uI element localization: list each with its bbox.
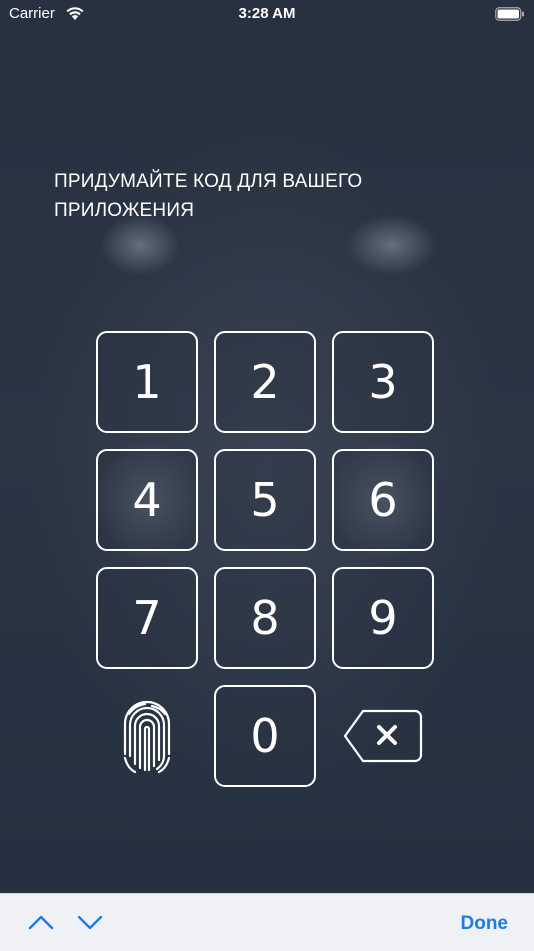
battery-icon: [495, 7, 524, 21]
keyboard-accessory-toolbar: Done: [0, 893, 534, 951]
app-screen: Carrier 3:28 AM ПРИДУМАЙТЕ КОД ДЛЯ ВАШЕГ…: [0, 0, 534, 893]
key-7[interactable]: 7: [96, 567, 198, 669]
prompt-line-1: ПРИДУМАЙТЕ КОД ДЛЯ ВАШЕГО: [54, 171, 363, 192]
backspace-icon: [343, 709, 423, 763]
key-9[interactable]: 9: [332, 567, 434, 669]
key-5[interactable]: 5: [214, 449, 316, 551]
key-2[interactable]: 2: [214, 331, 316, 433]
chevron-up-icon[interactable]: [27, 908, 55, 936]
key-1[interactable]: 1: [96, 331, 198, 433]
backspace-button[interactable]: [332, 685, 434, 787]
key-4[interactable]: 4: [96, 449, 198, 551]
fingerprint-button[interactable]: [96, 685, 198, 787]
chevron-down-icon[interactable]: [76, 908, 104, 936]
status-bar: Carrier 3:28 AM: [0, 0, 534, 28]
status-time: 3:28 AM: [238, 5, 296, 22]
key-3[interactable]: 3: [332, 331, 434, 433]
key-0[interactable]: 0: [214, 685, 316, 787]
done-button[interactable]: Done: [461, 913, 509, 935]
fingerprint-icon: [123, 700, 171, 774]
key-6[interactable]: 6: [332, 449, 434, 551]
key-8[interactable]: 8: [214, 567, 316, 669]
prompt-line-2: ПРИЛОЖЕНИЯ: [54, 200, 195, 221]
passcode-prompt: ПРИДУМАЙТЕ КОД ДЛЯ ВАШЕГО ПРИЛОЖЕНИЯ: [54, 167, 454, 225]
